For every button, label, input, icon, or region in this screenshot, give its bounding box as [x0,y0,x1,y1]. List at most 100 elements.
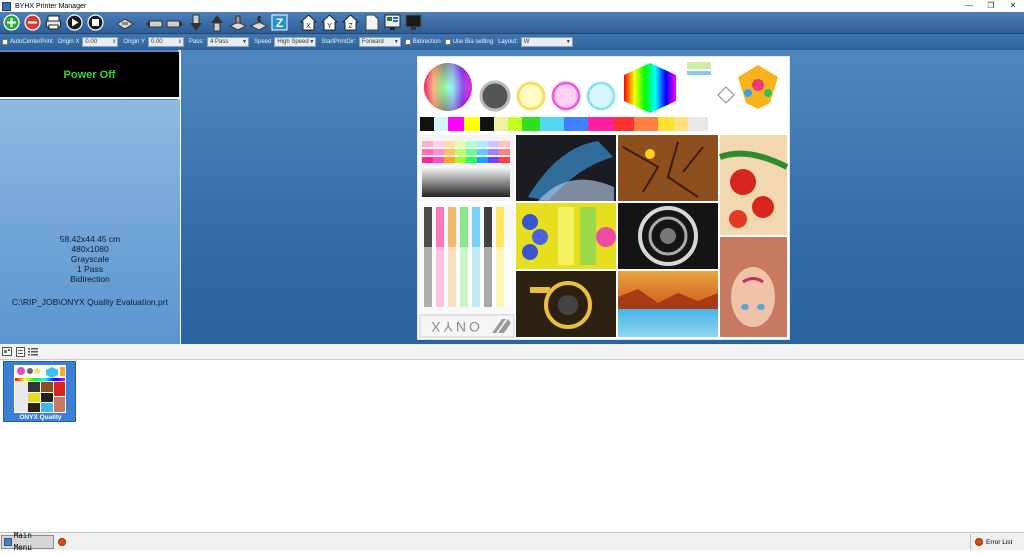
view-details-button[interactable] [15,346,25,357]
restore-button[interactable]: ❐ [980,0,1002,12]
minimize-button[interactable]: — [958,0,980,12]
preview-area: ONYX [181,50,1024,344]
menu-icon [4,537,12,546]
move-right-button[interactable] [165,13,184,32]
start-print-dir-value: Forward [361,39,384,45]
clean-button[interactable] [228,13,247,32]
start-print-dir-label: StartPrintDir: [321,39,356,45]
resume-button[interactable] [65,13,84,32]
move-up-button[interactable] [207,13,226,32]
stop-button[interactable] [86,13,105,32]
view-thumbnails-button[interactable] [2,347,12,357]
use-bia-setting-label: Use Bia setting [452,39,494,45]
flash-button[interactable] [249,13,268,32]
bidirection-label: Bidirection [412,39,441,45]
speed-select[interactable]: High Speed ▼ [274,37,317,47]
origin-x-value: 0.00 [85,39,98,45]
origin-x-label: Origin X [57,39,80,45]
error-icon [975,538,983,546]
pass-value: 4 Pass [209,39,229,45]
flash-icon [249,15,268,31]
job-info-panel: 58.42x44.45 cm 480x1080 Grayscale 1 Pass… [0,100,180,344]
use-bia-setting-checkbox[interactable] [444,39,451,45]
status-panel: Power Off 58.42x44.45 cm 480x1080 Graysc… [0,50,180,344]
chevron-down-icon: ▼ [242,39,247,45]
job-color-mode: Grayscale [70,254,110,264]
add-icon [3,14,20,31]
view-list-button[interactable] [28,347,38,357]
thumbnail-view-icon [2,347,12,356]
svg-text:X: X [306,23,311,30]
chevron-down-icon: ▼ [309,39,315,45]
job-list: ONYX Quality [0,360,1024,532]
play-icon [66,14,83,31]
move-left-button[interactable] [144,13,163,32]
window-controls: — ❐ ✕ [958,0,1024,12]
svg-text:Y: Y [327,23,332,30]
list-view-icon [28,348,38,356]
speed-value: High Speed [277,39,309,45]
arrow-down-icon [189,14,202,31]
origin-y-input[interactable]: 0.00 ⇕ [147,37,184,47]
start-print-dir-select[interactable]: Forward ▼ [358,37,401,47]
auto-center-print-label: AutoCenterPrint [10,39,53,45]
carriage-icon [115,17,134,30]
remove-job-button[interactable] [23,13,42,32]
add-job-button[interactable] [2,13,21,32]
origin-y-value: 0.00 [150,39,163,45]
print-button[interactable] [44,13,63,32]
auto-center-print-checkbox[interactable] [2,39,8,45]
document-button[interactable] [362,13,381,32]
layout-select[interactable]: W ▼ [520,37,573,47]
job-list-toolbar [0,344,1024,360]
error-list-label: Error List [986,538,1013,546]
chevron-down-icon: ▼ [565,39,571,45]
onyx-logo-text: ONYX [428,319,480,335]
job-file-path: C:\RIP_JOB\ONYX Quality Evaluation.prt [12,297,168,307]
job-label: ONYX Quality [19,414,62,421]
home-x-button[interactable]: X [299,13,318,32]
home-y-button[interactable]: Y [320,13,339,32]
origin-y-label: Origin Y [123,39,145,45]
error-list-button[interactable]: Error List [970,534,1024,550]
status-bar: Main Menu Error List [0,531,1024,552]
terminal-icon [405,14,422,30]
clean-head-icon [228,15,247,31]
stop-icon [87,14,104,31]
color-bar [420,117,708,131]
printer-icon [46,15,61,30]
layout-label: Layout: [498,39,518,45]
move-right-icon [166,19,183,28]
app-icon [2,1,11,11]
monitor-button[interactable] [383,13,402,32]
power-status: Power Off [0,52,179,99]
arrow-up-icon [210,14,223,31]
measure-icon: Z [271,14,288,31]
spin-icon: ⇕ [177,39,182,45]
origin-x-input[interactable]: 0.00 ⇕ [82,37,119,47]
job-thumbnail [14,365,66,413]
main-toolbar: Z X Y Z [0,12,1024,34]
svg-text:Z: Z [276,16,283,30]
job-info-lines: 58.42x44.45 cm 480x1080 Grayscale 1 Pass… [0,234,180,284]
move-down-button[interactable] [186,13,205,32]
job-item[interactable]: ONYX Quality [3,361,76,422]
job-preview-image: ONYX [417,56,790,340]
pass-select[interactable]: 4 Pass ▼ [206,37,249,47]
close-button[interactable]: ✕ [1002,0,1024,12]
remove-icon [24,14,41,31]
move-left-icon [145,19,162,28]
terminal-button[interactable] [404,13,423,32]
main-menu-button[interactable]: Main Menu [1,531,54,552]
spin-icon: ⇕ [112,39,117,45]
job-resolution: 480x1080 [71,244,109,254]
chevron-down-icon: ▼ [393,39,399,45]
home-z-button[interactable]: Z [341,13,360,32]
home-y-icon: Y [321,14,338,31]
bidirection-checkbox[interactable] [404,39,411,45]
job-size: 58.42x44.45 cm [59,234,121,244]
measure-button[interactable]: Z [270,13,289,32]
home-x-icon: X [300,14,317,31]
job-passes: 1 Pass [77,264,103,274]
carriage-button[interactable] [115,13,134,32]
